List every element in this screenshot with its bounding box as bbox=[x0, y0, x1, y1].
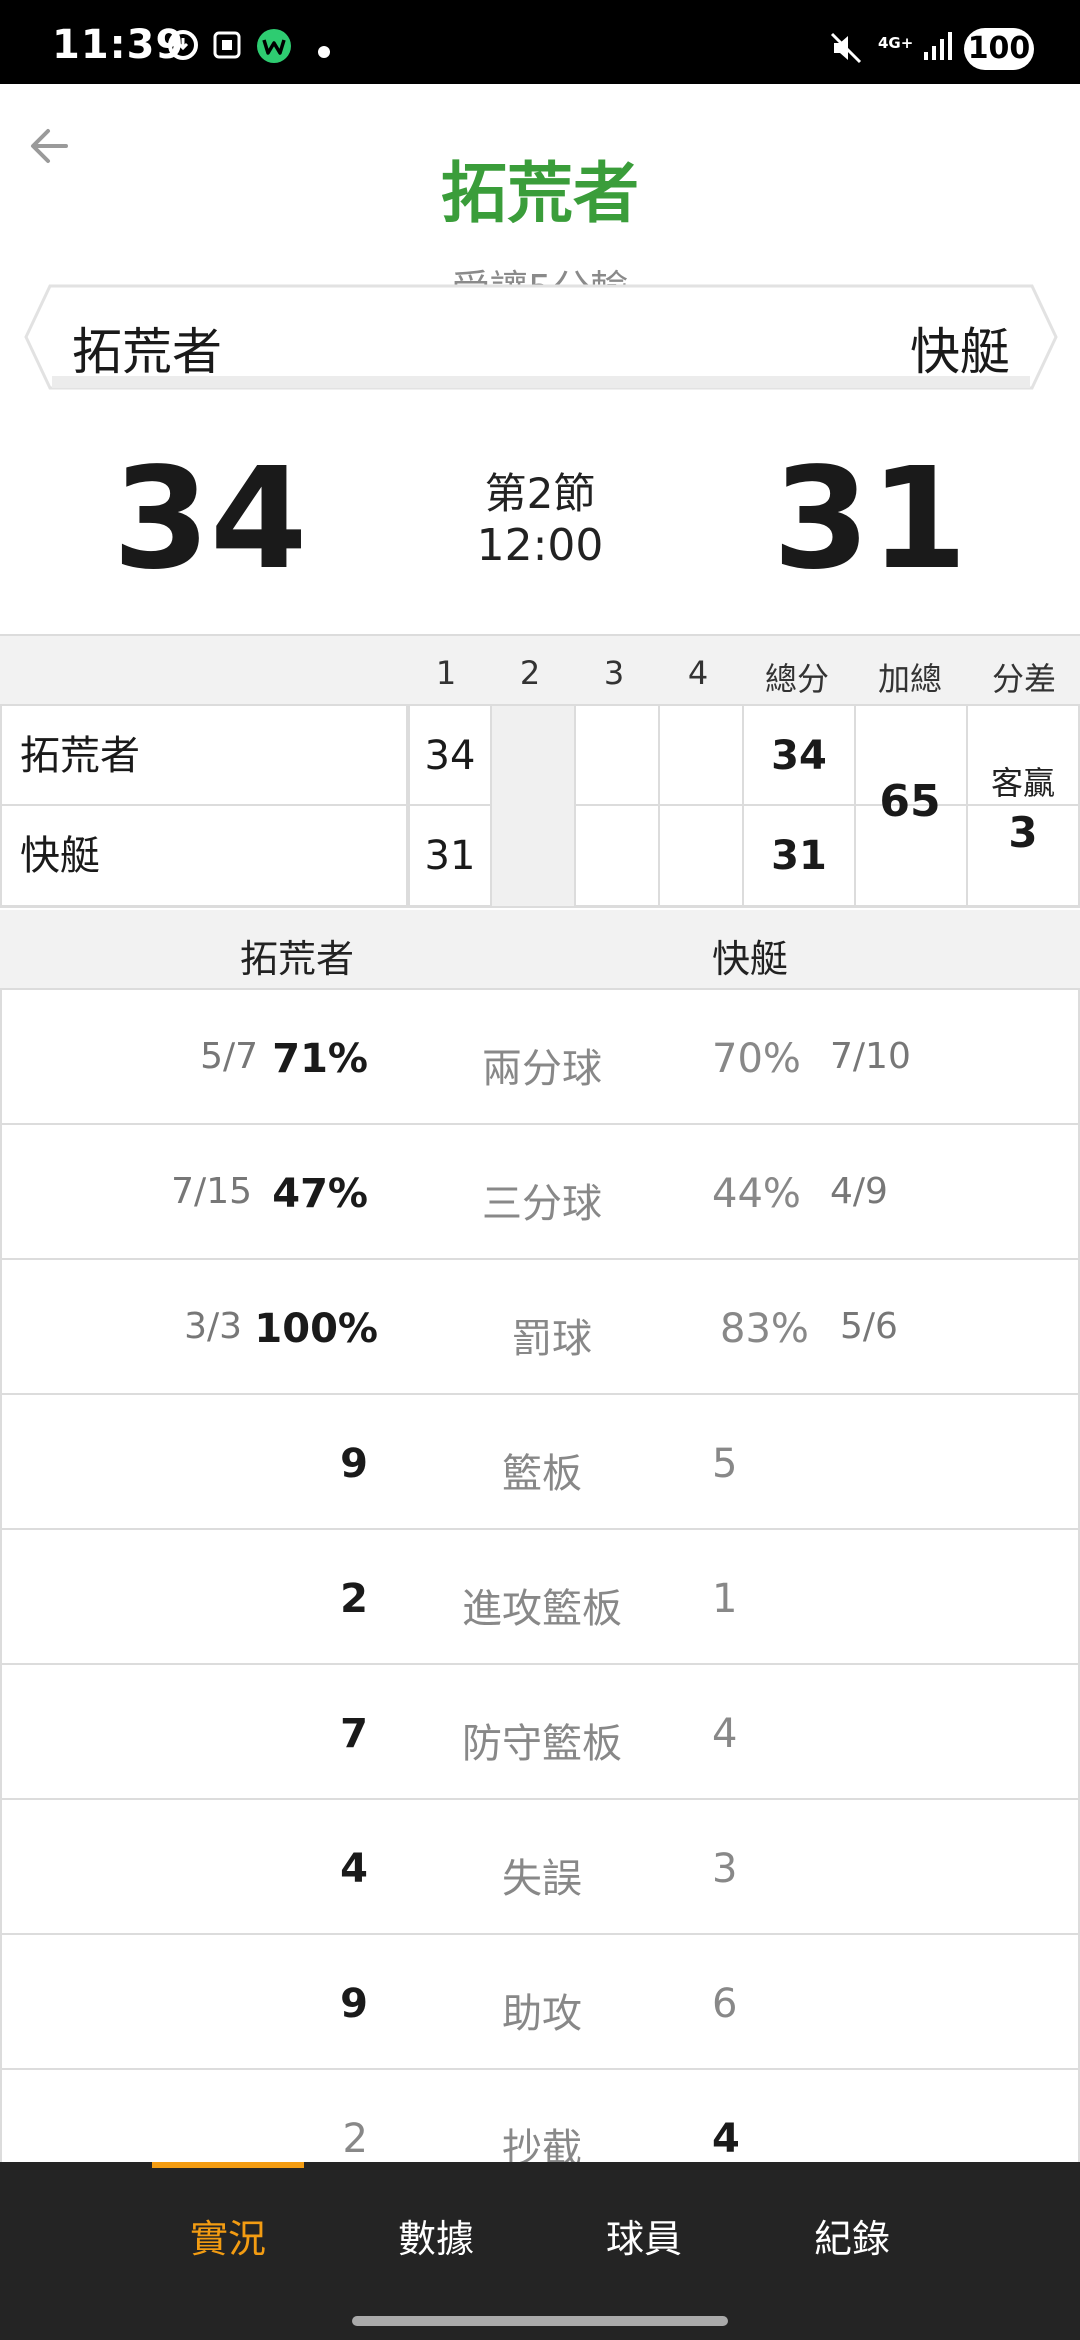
home-q3 bbox=[576, 706, 660, 806]
away-value: 4 bbox=[712, 1711, 738, 1757]
away-value: 5 bbox=[712, 1441, 738, 1487]
header-q3: 3 bbox=[603, 654, 625, 692]
home-gesture-bar[interactable] bbox=[352, 2316, 728, 2326]
away-fraction: 4/9 bbox=[830, 1171, 888, 1212]
stat-row-defensive-rebounds: 7 防守籃板 4 bbox=[0, 1665, 1080, 1800]
home-team-name: 拓荒者 bbox=[72, 323, 222, 381]
home-fraction: 7/15 bbox=[171, 1171, 252, 1212]
away-team-name: 快艇 bbox=[910, 323, 1010, 381]
away-value: 44% bbox=[712, 1171, 801, 1217]
network-type: 4G+ bbox=[878, 34, 914, 52]
mute-icon bbox=[830, 32, 862, 64]
away-q2 bbox=[492, 806, 576, 906]
quarter-table: 拓荒者 34 34 快艇 31 31 65 客贏 3 bbox=[0, 706, 1080, 908]
home-q4 bbox=[660, 706, 744, 806]
game-period: 第2節 bbox=[484, 469, 596, 518]
stat-label: 防守籃板 bbox=[462, 1721, 622, 1767]
header-diff: 分差 bbox=[991, 660, 1056, 698]
sum-cell: 65 bbox=[854, 706, 968, 906]
stat-row-steals: 2 抄截 4 bbox=[0, 2070, 1080, 2162]
notification-dot bbox=[318, 46, 330, 58]
home-fraction: 3/3 bbox=[184, 1306, 242, 1347]
team-cell-border bbox=[2, 706, 408, 806]
header-q4: 4 bbox=[687, 654, 709, 692]
stat-label: 罰球 bbox=[512, 1316, 592, 1362]
away-q4 bbox=[660, 806, 744, 906]
status-time: 11:39 bbox=[52, 22, 185, 68]
away-q3 bbox=[576, 806, 660, 906]
stats-away-team: 快艇 bbox=[712, 937, 789, 981]
battery-indicator: 100 bbox=[964, 28, 1034, 70]
system-nav-bar bbox=[0, 2302, 1080, 2340]
game-clock: 12:00 bbox=[476, 520, 604, 571]
tab-stats[interactable]: 數據 bbox=[336, 2208, 536, 2263]
location-icon bbox=[168, 30, 198, 60]
bottom-nav: 實況 數據 球員 紀錄 bbox=[0, 2162, 1080, 2302]
tab-records[interactable]: 紀錄 bbox=[752, 2208, 952, 2263]
screenshot-icon bbox=[213, 31, 241, 59]
home-value: 9 bbox=[340, 1441, 368, 1487]
stat-label: 籃板 bbox=[502, 1451, 582, 1497]
stat-label: 失誤 bbox=[502, 1856, 582, 1902]
status-bar: 11:39 4G+ 100 bbox=[0, 0, 1080, 84]
away-value: 3 bbox=[712, 1846, 738, 1892]
stat-row-turnovers: 4 失誤 3 bbox=[0, 1800, 1080, 1935]
diff-label: 客贏 bbox=[990, 764, 1055, 802]
away-value: 83% bbox=[720, 1306, 809, 1352]
header-total: 總分 bbox=[764, 660, 829, 698]
stat-row-offensive-rebounds: 2 進攻籃板 1 bbox=[0, 1530, 1080, 1665]
stat-label: 助攻 bbox=[502, 1991, 582, 2037]
page-title: 拓荒者 bbox=[441, 155, 639, 232]
header-q1: 1 bbox=[435, 654, 457, 692]
signal-icon bbox=[924, 32, 952, 60]
stats-home-team: 拓荒者 bbox=[240, 937, 355, 981]
w-app-icon bbox=[257, 29, 291, 63]
home-fraction: 5/7 bbox=[200, 1036, 258, 1077]
away-q1: 31 bbox=[408, 806, 492, 906]
away-score: 31 bbox=[772, 438, 968, 601]
home-q1: 34 bbox=[408, 706, 492, 806]
diff-value: 3 bbox=[1008, 808, 1038, 857]
stat-label: 三分球 bbox=[482, 1181, 602, 1227]
stat-label: 進攻籃板 bbox=[462, 1586, 622, 1632]
away-fraction: 5/6 bbox=[840, 1306, 898, 1347]
stat-row-three-pointers: 7/15 47% 三分球 44% 4/9 bbox=[0, 1125, 1080, 1260]
home-score: 34 bbox=[112, 438, 308, 601]
stat-label: 兩分球 bbox=[482, 1046, 602, 1092]
stat-row-two-pointers: 5/7 71% 兩分球 70% 7/10 bbox=[0, 990, 1080, 1125]
active-tab-indicator bbox=[152, 2162, 304, 2168]
away-total: 31 bbox=[744, 806, 856, 906]
home-value: 100% bbox=[254, 1306, 378, 1352]
team-cell-border bbox=[2, 806, 408, 906]
stat-row-free-throws: 3/3 100% 罰球 83% 5/6 bbox=[0, 1260, 1080, 1395]
header-q2: 2 bbox=[519, 654, 541, 692]
home-value: 71% bbox=[272, 1036, 368, 1082]
quarter-table-header: 1 2 3 4 總分 加總 分差 bbox=[0, 634, 1080, 706]
tab-live[interactable]: 實況 bbox=[128, 2208, 328, 2263]
away-value: 6 bbox=[712, 1981, 738, 2027]
tab-players[interactable]: 球員 bbox=[544, 2208, 744, 2263]
header-sum: 加總 bbox=[877, 660, 942, 698]
stat-row-rebounds: 9 籃板 5 bbox=[0, 1395, 1080, 1530]
stats-list[interactable]: 5/7 71% 兩分球 70% 7/10 7/15 47% 三分球 44% 4/… bbox=[0, 990, 1080, 2162]
away-value: 70% bbox=[712, 1036, 801, 1082]
away-fraction: 7/10 bbox=[830, 1036, 911, 1077]
sum-value: 65 bbox=[879, 776, 941, 827]
away-value: 1 bbox=[712, 1576, 738, 1622]
home-value: 2 bbox=[342, 2116, 368, 2162]
stat-label: 抄截 bbox=[502, 2126, 582, 2162]
home-value: 47% bbox=[272, 1171, 368, 1217]
home-value: 7 bbox=[340, 1711, 368, 1757]
matchup-banner: 拓荒者 快艇 bbox=[22, 282, 1060, 392]
home-total: 34 bbox=[744, 706, 856, 806]
home-value: 4 bbox=[340, 1846, 368, 1892]
diff-cell: 客贏 3 bbox=[968, 706, 1080, 906]
away-value: 4 bbox=[712, 2116, 740, 2162]
stats-team-header: 拓荒者 快艇 bbox=[0, 910, 1080, 990]
home-q2 bbox=[492, 706, 576, 806]
home-value: 2 bbox=[340, 1576, 368, 1622]
home-value: 9 bbox=[340, 1981, 368, 2027]
stat-row-assists: 9 助攻 6 bbox=[0, 1935, 1080, 2070]
